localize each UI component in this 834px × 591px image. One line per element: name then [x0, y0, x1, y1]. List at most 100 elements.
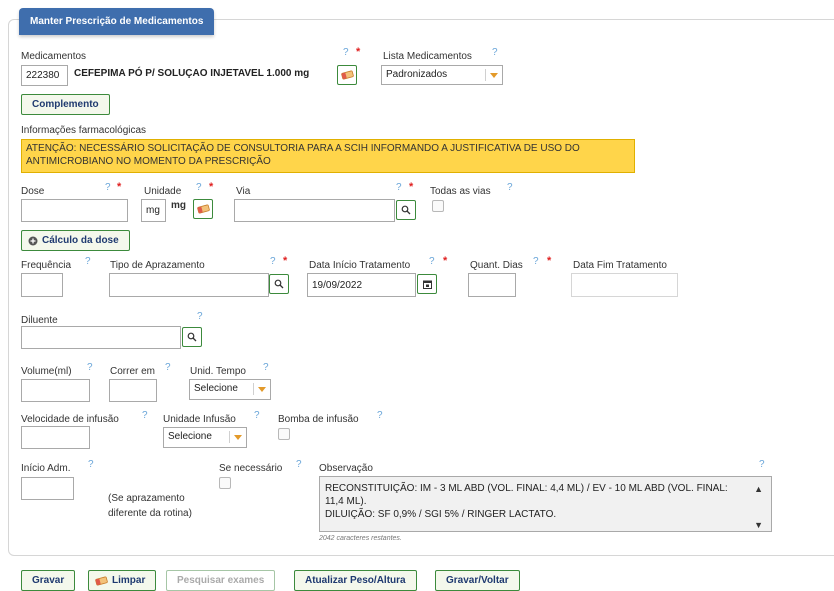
lista-selected-value: Padronizados [386, 69, 448, 80]
search-icon [274, 279, 284, 289]
limpar-label: Limpar [112, 575, 146, 586]
inicio-adm-help[interactable]: ? [88, 459, 94, 470]
data-inicio-help[interactable]: ? [429, 256, 435, 267]
via-search-button[interactable] [396, 200, 416, 220]
unidade-label: Unidade [144, 186, 182, 197]
info-farmacologicas-label: Informações farmacológicas [21, 125, 147, 136]
aprazamento-help[interactable]: ? [270, 256, 276, 267]
velocidade-help[interactable]: ? [142, 410, 148, 421]
search-icon [401, 205, 411, 215]
todas-vias-checkbox[interactable] [432, 200, 444, 212]
atualizar-peso-altura-button[interactable]: Atualizar Peso/Altura [294, 570, 417, 591]
eraser-icon [340, 70, 354, 80]
tipo-aprazamento-input[interactable] [109, 273, 269, 297]
aprazamento-note-line1: (Se aprazamento [108, 493, 185, 504]
medicamento-code-field[interactable]: 222380 [21, 65, 68, 86]
diluente-input[interactable] [21, 326, 181, 349]
unid-tempo-help[interactable]: ? [263, 362, 269, 373]
diluente-search-button[interactable] [182, 327, 202, 347]
dose-help[interactable]: ? [105, 182, 111, 193]
via-label: Via [236, 186, 251, 197]
lista-medicamentos-select[interactable]: Padronizados [381, 65, 503, 85]
observacao-line1: RECONSTITUIÇÃO: IM - 3 ML ABD (VOL. FINA… [325, 483, 728, 507]
unidade-help[interactable]: ? [196, 182, 202, 193]
complemento-button[interactable]: Complemento [21, 94, 110, 115]
tipo-aprazamento-label: Tipo de Aprazamento [110, 260, 205, 271]
correr-help[interactable]: ? [165, 362, 171, 373]
unidade-suffix: mg [171, 200, 186, 211]
unidade-required: * [209, 181, 214, 193]
data-inicio-label: Data Início Tratamento [309, 260, 411, 271]
todas-vias-help[interactable]: ? [507, 182, 513, 193]
pesquisar-exames-button[interactable]: Pesquisar exames [166, 570, 276, 591]
dose-label: Dose [21, 186, 45, 197]
data-inicio-input[interactable]: 19/09/2022 [307, 273, 416, 297]
scroll-down-icon[interactable]: ▼ [754, 519, 763, 531]
data-fim-input [571, 273, 678, 297]
gravar-voltar-button[interactable]: Gravar/Voltar [435, 570, 520, 591]
velocidade-label: Velocidade de infusão [21, 414, 119, 425]
unidade-infusao-help[interactable]: ? [254, 410, 260, 421]
calendar-icon [422, 280, 432, 289]
unidade-infusao-selected-value: Selecione [168, 431, 212, 442]
via-required: * [409, 181, 414, 193]
bomba-help[interactable]: ? [377, 410, 383, 421]
aprazamento-search-button[interactable] [269, 274, 289, 294]
chevron-down-icon [258, 387, 266, 392]
clear-medicamento-button[interactable] [337, 65, 357, 85]
unidade-infusao-select[interactable]: Selecione [163, 427, 247, 448]
unid-tempo-select[interactable]: Selecione [189, 379, 271, 400]
se-necessario-help[interactable]: ? [296, 459, 302, 470]
observacao-textarea[interactable]: RECONSTITUIÇÃO: IM - 3 ML ABD (VOL. FINA… [319, 476, 772, 532]
inicio-adm-label: Início Adm. [21, 463, 71, 474]
lista-medicamentos-label: Lista Medicamentos [383, 51, 472, 62]
unidade-input[interactable]: mg [141, 199, 166, 222]
medicamentos-help[interactable]: ? [343, 47, 349, 58]
unidade-infusao-label: Unidade Infusão [163, 414, 236, 425]
correr-em-label: Correr em [110, 366, 156, 377]
frequencia-input[interactable] [21, 273, 63, 297]
pharmacology-warning: ATENÇÃO: NECESSÁRIO SOLICITAÇÃO DE CONSU… [21, 139, 635, 173]
volume-input[interactable] [21, 379, 90, 402]
limpar-button[interactable]: Limpar [88, 570, 157, 591]
eraser-icon [95, 576, 108, 586]
calculo-dose-button[interactable]: Cálculo da dose [21, 230, 130, 251]
calculo-dose-label: Cálculo da dose [42, 235, 119, 246]
clear-unidade-button[interactable] [193, 199, 213, 219]
volume-help[interactable]: ? [87, 362, 93, 373]
caracteres-restantes: 2042 caracteres restantes. [319, 535, 402, 542]
volume-label: Volume(ml) [21, 366, 72, 377]
via-input[interactable] [234, 199, 395, 222]
chevron-down-icon [234, 435, 242, 440]
dose-required: * [117, 181, 122, 193]
velocidade-input[interactable] [21, 426, 90, 449]
aprazamento-required: * [283, 255, 288, 267]
inicio-adm-input[interactable] [21, 477, 74, 500]
frequencia-help[interactable]: ? [85, 256, 91, 267]
eraser-icon [196, 204, 210, 214]
bomba-infusao-checkbox[interactable] [278, 428, 290, 440]
todas-vias-label: Todas as vias [430, 186, 491, 197]
quant-dias-help[interactable]: ? [533, 256, 539, 267]
via-help[interactable]: ? [396, 182, 402, 193]
unid-tempo-selected-value: Selecione [194, 383, 238, 394]
diluente-label: Diluente [21, 315, 58, 326]
section-title: Manter Prescrição de Medicamentos [19, 8, 215, 35]
se-necessario-checkbox[interactable] [219, 477, 231, 489]
correr-em-input[interactable] [109, 379, 157, 402]
frequencia-label: Frequência [21, 260, 72, 271]
scroll-up-icon[interactable]: ▲ [754, 483, 763, 496]
lista-help[interactable]: ? [492, 47, 498, 58]
quant-dias-label: Quant. Dias [470, 260, 523, 271]
quant-dias-input[interactable] [468, 273, 516, 297]
gravar-button[interactable]: Gravar [21, 570, 76, 591]
se-necessario-label: Se necessário [219, 463, 283, 474]
observacao-help[interactable]: ? [759, 459, 765, 470]
data-inicio-calendar-button[interactable] [417, 274, 437, 294]
medicamentos-required: * [356, 46, 361, 58]
dose-input[interactable] [21, 199, 128, 222]
aprazamento-note-line2: diferente da rotina) [108, 508, 192, 519]
chevron-down-icon [490, 73, 498, 78]
unid-tempo-label: Unid. Tempo [190, 366, 246, 377]
diluente-help[interactable]: ? [197, 311, 203, 322]
